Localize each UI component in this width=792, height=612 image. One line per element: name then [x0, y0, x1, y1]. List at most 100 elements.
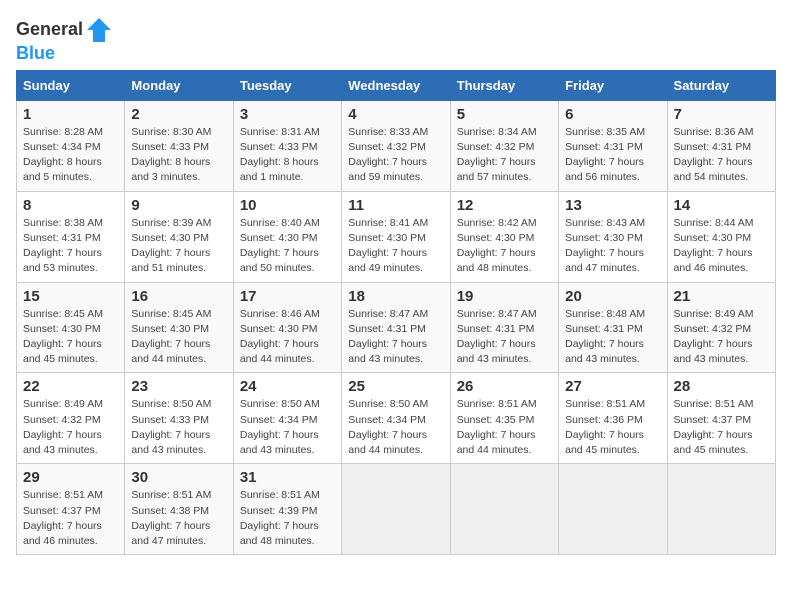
day-number: 6 — [565, 106, 660, 123]
column-header-tuesday: Tuesday — [233, 70, 341, 100]
page-header: General Blue — [16, 16, 776, 64]
logo-icon — [85, 16, 113, 44]
day-number: 19 — [457, 288, 552, 305]
day-cell: 26 Sunrise: 8:51 AMSunset: 4:35 PMDayligh… — [450, 373, 558, 464]
day-info: Sunrise: 8:50 AMSunset: 4:34 PMDaylight:… — [240, 398, 320, 456]
day-info: Sunrise: 8:35 AMSunset: 4:31 PMDaylight:… — [565, 126, 645, 184]
calendar-table: SundayMondayTuesdayWednesdayThursdayFrid… — [16, 70, 776, 555]
day-info: Sunrise: 8:51 AMSunset: 4:39 PMDaylight:… — [240, 489, 320, 547]
day-cell: 2Sunrise: 8:30 AMSunset: 4:33 PMDaylight… — [125, 100, 233, 191]
day-info: Sunrise: 8:47 AMSunset: 4:31 PMDaylight:… — [457, 308, 537, 366]
day-number: 28 — [674, 378, 769, 395]
day-number: 31 — [240, 469, 335, 486]
day-number: 27 — [565, 378, 660, 395]
column-header-sunday: Sunday — [17, 70, 125, 100]
day-info: Sunrise: 8:41 AMSunset: 4:30 PMDaylight:… — [348, 217, 428, 275]
day-cell: 22 Sunrise: 8:49 AMSunset: 4:32 PMDayligh… — [17, 373, 125, 464]
day-info: Sunrise: 8:30 AMSunset: 4:33 PMDaylight:… — [131, 126, 211, 184]
day-cell: 6 Sunrise: 8:35 AMSunset: 4:31 PMDaylight… — [559, 100, 667, 191]
logo-blue-text: Blue — [16, 44, 55, 64]
day-info: Sunrise: 8:36 AMSunset: 4:31 PMDaylight:… — [674, 126, 754, 184]
day-cell: 14 Sunrise: 8:44 AMSunset: 4:30 PMDayligh… — [667, 191, 775, 282]
day-cell: 28Sunrise: 8:51 AMSunset: 4:37 PMDayligh… — [667, 373, 775, 464]
day-cell: 15Sunrise: 8:45 AMSunset: 4:30 PMDayligh… — [17, 282, 125, 373]
day-number: 14 — [674, 197, 769, 214]
day-cell: 31 Sunrise: 8:51 AMSunset: 4:39 PMDayligh… — [233, 464, 341, 555]
day-number: 11 — [348, 197, 443, 214]
day-number: 26 — [457, 378, 552, 395]
day-cell: 19 Sunrise: 8:47 AMSunset: 4:31 PMDayligh… — [450, 282, 558, 373]
day-cell — [559, 464, 667, 555]
day-number: 29 — [23, 469, 118, 486]
day-info: Sunrise: 8:49 AMSunset: 4:32 PMDaylight:… — [674, 308, 754, 366]
day-number: 5 — [457, 106, 552, 123]
day-cell: 24 Sunrise: 8:50 AMSunset: 4:34 PMDayligh… — [233, 373, 341, 464]
day-info: Sunrise: 8:47 AMSunset: 4:31 PMDaylight:… — [348, 308, 428, 366]
column-header-thursday: Thursday — [450, 70, 558, 100]
week-row-4: 22 Sunrise: 8:49 AMSunset: 4:32 PMDayligh… — [17, 373, 776, 464]
day-number: 12 — [457, 197, 552, 214]
day-info: Sunrise: 8:51 AMSunset: 4:38 PMDaylight:… — [131, 489, 211, 547]
week-row-5: 29Sunrise: 8:51 AMSunset: 4:37 PMDayligh… — [17, 464, 776, 555]
day-info: Sunrise: 8:51 AMSunset: 4:36 PMDaylight:… — [565, 398, 645, 456]
day-number: 24 — [240, 378, 335, 395]
day-info: Sunrise: 8:49 AMSunset: 4:32 PMDaylight:… — [23, 398, 103, 456]
day-info: Sunrise: 8:34 AMSunset: 4:32 PMDaylight:… — [457, 126, 537, 184]
day-number: 18 — [348, 288, 443, 305]
day-info: Sunrise: 8:45 AMSunset: 4:30 PMDaylight:… — [131, 308, 211, 366]
day-number: 4 — [348, 106, 443, 123]
day-number: 7 — [674, 106, 769, 123]
week-row-3: 15Sunrise: 8:45 AMSunset: 4:30 PMDayligh… — [17, 282, 776, 373]
day-number: 13 — [565, 197, 660, 214]
day-number: 20 — [565, 288, 660, 305]
day-info: Sunrise: 8:51 AMSunset: 4:35 PMDaylight:… — [457, 398, 537, 456]
day-info: Sunrise: 8:44 AMSunset: 4:30 PMDaylight:… — [674, 217, 754, 275]
day-cell: 7 Sunrise: 8:36 AMSunset: 4:31 PMDaylight… — [667, 100, 775, 191]
day-cell: 8Sunrise: 8:38 AMSunset: 4:31 PMDaylight… — [17, 191, 125, 282]
week-row-1: 1 Sunrise: 8:28 AMSunset: 4:34 PMDaylight… — [17, 100, 776, 191]
day-info: Sunrise: 8:42 AMSunset: 4:30 PMDaylight:… — [457, 217, 537, 275]
day-info: Sunrise: 8:45 AMSunset: 4:30 PMDaylight:… — [23, 308, 103, 366]
day-info: Sunrise: 8:28 AMSunset: 4:34 PMDaylight:… — [23, 126, 103, 184]
day-cell: 20 Sunrise: 8:48 AMSunset: 4:31 PMDayligh… — [559, 282, 667, 373]
logo-text: General — [16, 20, 83, 40]
day-info: Sunrise: 8:33 AMSunset: 4:32 PMDaylight:… — [348, 126, 428, 184]
day-number: 8 — [23, 197, 118, 214]
column-header-saturday: Saturday — [667, 70, 775, 100]
day-number: 21 — [674, 288, 769, 305]
day-cell: 17 Sunrise: 8:46 AMSunset: 4:30 PMDayligh… — [233, 282, 341, 373]
day-number: 16 — [131, 288, 226, 305]
day-info: Sunrise: 8:46 AMSunset: 4:30 PMDaylight:… — [240, 308, 320, 366]
day-cell: 25 Sunrise: 8:50 AMSunset: 4:34 PMDayligh… — [342, 373, 450, 464]
day-cell — [450, 464, 558, 555]
day-info: Sunrise: 8:50 AMSunset: 4:34 PMDaylight:… — [348, 398, 428, 456]
column-header-friday: Friday — [559, 70, 667, 100]
day-cell: 30Sunrise: 8:51 AMSunset: 4:38 PMDayligh… — [125, 464, 233, 555]
day-number: 25 — [348, 378, 443, 395]
day-cell: 29Sunrise: 8:51 AMSunset: 4:37 PMDayligh… — [17, 464, 125, 555]
day-cell: 16 Sunrise: 8:45 AMSunset: 4:30 PMDayligh… — [125, 282, 233, 373]
day-cell: 5 Sunrise: 8:34 AMSunset: 4:32 PMDaylight… — [450, 100, 558, 191]
logo: General Blue — [16, 16, 113, 64]
day-number: 23 — [131, 378, 226, 395]
day-number: 10 — [240, 197, 335, 214]
day-number: 3 — [240, 106, 335, 123]
day-cell: 10 Sunrise: 8:40 AMSunset: 4:30 PMDayligh… — [233, 191, 341, 282]
day-info: Sunrise: 8:43 AMSunset: 4:30 PMDaylight:… — [565, 217, 645, 275]
day-info: Sunrise: 8:50 AMSunset: 4:33 PMDaylight:… — [131, 398, 211, 456]
day-cell: 9 Sunrise: 8:39 AMSunset: 4:30 PMDaylight… — [125, 191, 233, 282]
day-number: 17 — [240, 288, 335, 305]
day-cell: 3 Sunrise: 8:31 AMSunset: 4:33 PMDaylight… — [233, 100, 341, 191]
day-info: Sunrise: 8:48 AMSunset: 4:31 PMDaylight:… — [565, 308, 645, 366]
day-number: 1 — [23, 106, 118, 123]
day-number: 22 — [23, 378, 118, 395]
day-number: 9 — [131, 197, 226, 214]
day-info: Sunrise: 8:39 AMSunset: 4:30 PMDaylight:… — [131, 217, 211, 275]
day-cell — [667, 464, 775, 555]
column-header-wednesday: Wednesday — [342, 70, 450, 100]
day-cell: 4 Sunrise: 8:33 AMSunset: 4:32 PMDaylight… — [342, 100, 450, 191]
calendar-body: 1 Sunrise: 8:28 AMSunset: 4:34 PMDaylight… — [17, 100, 776, 554]
day-cell: 27 Sunrise: 8:51 AMSunset: 4:36 PMDayligh… — [559, 373, 667, 464]
day-info: Sunrise: 8:31 AMSunset: 4:33 PMDaylight:… — [240, 126, 320, 184]
day-info: Sunrise: 8:40 AMSunset: 4:30 PMDaylight:… — [240, 217, 320, 275]
